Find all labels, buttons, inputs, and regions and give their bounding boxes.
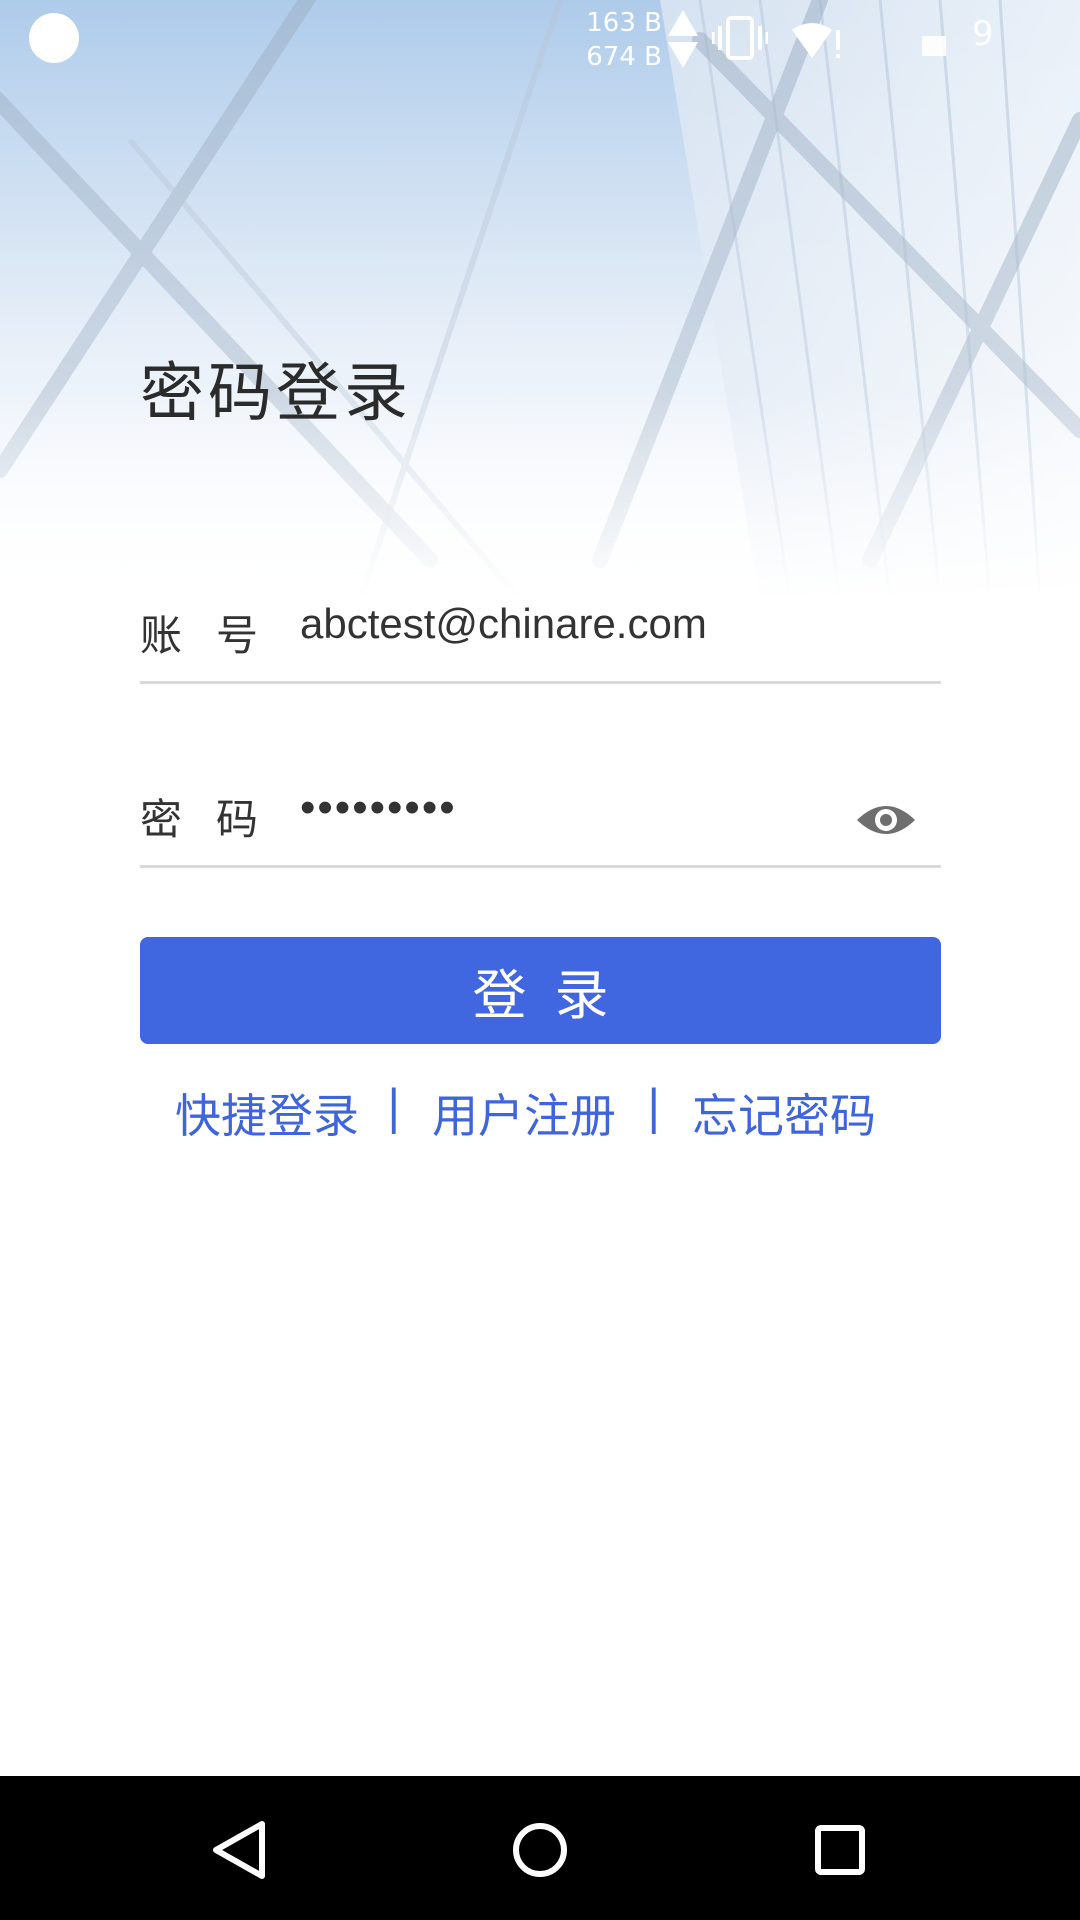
quick-login-link[interactable]: 快捷登录 <box>175 1080 359 1146</box>
register-link[interactable]: 用户注册 <box>432 1080 616 1146</box>
account-input[interactable] <box>300 594 860 654</box>
eye-icon[interactable] <box>855 800 917 840</box>
network-speed: 163 B 674 B <box>580 6 662 74</box>
data-arrows-icon <box>668 10 698 68</box>
back-triangle-icon[interactable] <box>200 1810 280 1890</box>
link-separator: | <box>386 1080 402 1134</box>
notification-dot-icon <box>29 13 79 63</box>
forgot-password-link[interactable]: 忘记密码 <box>692 1080 876 1146</box>
page-title: 密码登录 <box>140 357 412 431</box>
vibrate-icon <box>712 16 768 60</box>
auth-links: 快捷登录 | 用户注册 | 忘记密码 <box>140 1080 941 1143</box>
status-bar: 163 B 674 B 9 <box>0 0 1080 76</box>
download-speed: 674 B <box>586 42 662 72</box>
recents-square-icon[interactable] <box>800 1810 880 1890</box>
login-button[interactable]: 登录 <box>140 937 941 1044</box>
navigation-bar <box>0 1776 1080 1920</box>
wifi-icon <box>792 23 840 58</box>
battery-icon <box>922 36 946 56</box>
password-field: 密码 <box>140 756 941 868</box>
home-circle-icon[interactable] <box>500 1810 580 1890</box>
building-glass-background <box>0 0 1080 600</box>
login-screen: 163 B 674 B 9 密码登录 账号 密码 <box>0 0 1080 1920</box>
background-image <box>0 0 1080 600</box>
upload-speed: 163 B <box>586 8 662 38</box>
password-input[interactable] <box>300 778 860 838</box>
password-label: 密码 <box>140 795 293 844</box>
link-separator: | <box>646 1080 662 1134</box>
clock: 9 <box>972 14 994 54</box>
account-field: 账号 <box>140 572 941 684</box>
account-label: 账号 <box>140 611 293 660</box>
